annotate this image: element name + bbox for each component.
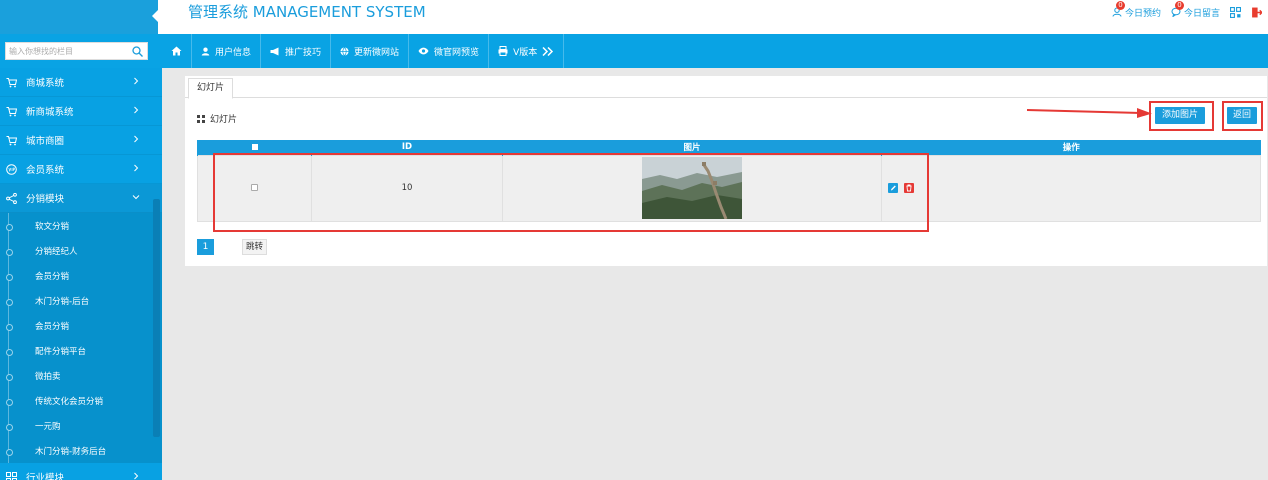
header-actions: 0 今日预约 0 今日留言: [1112, 0, 1262, 22]
double-chevron-right-icon: [542, 46, 554, 56]
nav-preview-site-label: 微官网预览: [434, 47, 480, 58]
nav-promo-tips-label: 推广技巧: [285, 47, 322, 58]
nav-promo-tips[interactable]: 推广技巧: [261, 34, 332, 68]
globe-icon: [340, 46, 349, 56]
highlight-table-row: [213, 153, 929, 232]
header-sidebar-strip: [0, 0, 158, 34]
sidebar-scrollbar[interactable]: [153, 199, 160, 437]
submenu-item[interactable]: 木门分销-财务后台: [0, 438, 162, 463]
cart-icon: [6, 106, 17, 116]
today-appointments-label: 今日预约: [1124, 8, 1161, 19]
print-icon: [498, 46, 508, 56]
annotation-arrow: [1026, 108, 1152, 118]
grid-icon: [197, 114, 205, 123]
sidebar-item-label: 行业模块: [26, 473, 65, 480]
submenu-item[interactable]: 会员分销: [0, 313, 162, 338]
nav-items: 用户信息 推广技巧 更新微网站 微官网预览 V版本: [163, 34, 565, 68]
nav-update-site-label: 更新微网站: [354, 47, 400, 58]
submenu-item[interactable]: 木门分销-后台: [0, 288, 162, 313]
section-title-text: 幻灯片: [210, 115, 238, 125]
today-messages-link[interactable]: 0 今日留言: [1171, 0, 1220, 19]
search-box: [5, 42, 148, 60]
section-title: 幻灯片: [197, 112, 237, 125]
sidebar-item-label: 新商城系统: [26, 107, 74, 118]
pagination: 1 跳转: [197, 239, 268, 255]
highlight-add-button: [1149, 101, 1214, 131]
nav-user-info[interactable]: 用户信息: [192, 34, 262, 68]
megaphone-icon: [270, 47, 279, 55]
sidebar-item-city-business[interactable]: 城市商圈: [0, 126, 162, 155]
distribution-submenu: 软文分销 分销经纪人 会员分销 木门分销-后台 会员分销 配件分销平台 微拍卖 …: [0, 213, 162, 463]
search-input[interactable]: [6, 43, 124, 59]
nav-version-label: V版本: [513, 47, 538, 58]
chevron-right-icon: [134, 106, 139, 114]
nav-home[interactable]: [163, 34, 192, 68]
search-icon[interactable]: [132, 46, 143, 57]
sidebar-item-label: 城市商圈: [26, 136, 65, 147]
page-number-current[interactable]: 1: [197, 239, 214, 255]
sidebar-item-label: 会员系统: [26, 165, 65, 176]
today-appointments-link[interactable]: 0 今日预约: [1112, 0, 1161, 19]
chevron-right-icon: [134, 77, 139, 85]
eye-icon: [418, 47, 429, 55]
messages-badge: 0: [1174, 0, 1184, 10]
chevron-right-icon: [134, 164, 139, 172]
submenu-item[interactable]: 传统文化会员分销: [0, 388, 162, 413]
tab-bar: 幻灯片: [185, 76, 1267, 99]
nav-version[interactable]: V版本: [489, 34, 565, 68]
sidebar-item-industry[interactable]: 行业模块: [0, 463, 162, 480]
top-navbar: 用户信息 推广技巧 更新微网站 微官网预览 V版本: [0, 34, 1268, 68]
submenu-item[interactable]: 分销经纪人: [0, 238, 162, 263]
submenu-item[interactable]: 一元购: [0, 413, 162, 438]
page-jump-button[interactable]: 跳转: [242, 239, 268, 255]
chevron-down-icon: [132, 195, 140, 200]
page-jump-input[interactable]: [214, 239, 242, 255]
tab-slideshow[interactable]: 幻灯片: [188, 78, 234, 99]
chevron-right-icon: [134, 135, 139, 143]
share-icon: [6, 192, 17, 204]
cart-icon: [6, 77, 17, 87]
row-ops-cell: [881, 154, 1261, 222]
submenu-item[interactable]: 配件分销平台: [0, 338, 162, 363]
user-icon: [201, 47, 210, 56]
sidebar: 商城系统 新商城系统 城市商圈 会员系统 分销模块 软文分销 分销经纪人 会员分…: [0, 68, 162, 480]
logout-icon[interactable]: [1251, 7, 1262, 18]
select-all-checkbox[interactable]: [251, 143, 258, 150]
header-notch: [152, 10, 158, 22]
qrcode-icon[interactable]: [1230, 6, 1241, 18]
app-title: 管理系统 MANAGEMENT SYSTEM: [188, 3, 426, 21]
nav-user-info-label: 用户信息: [215, 47, 252, 58]
chevron-right-icon: [134, 472, 139, 480]
column-header-ops: 操作: [881, 140, 1261, 155]
submenu-item[interactable]: 微拍卖: [0, 363, 162, 388]
sidebar-item-label: 分销模块: [26, 194, 65, 205]
submenu-item[interactable]: 软文分销: [0, 213, 162, 238]
today-messages-label: 今日留言: [1183, 8, 1220, 19]
sidebar-item-label: 商城系统: [26, 78, 65, 89]
submenu-item[interactable]: 会员分销: [0, 263, 162, 288]
highlight-back-button: [1222, 101, 1263, 131]
main-panel: 幻灯片 幻灯片 添加图片 返回 ID 图片 操作 10 1 跳转: [185, 76, 1267, 266]
appointments-badge: 0: [1115, 0, 1125, 10]
nav-preview-site[interactable]: 微官网预览: [409, 34, 490, 68]
sidebar-item-member[interactable]: 会员系统: [0, 155, 162, 184]
cart-icon: [6, 135, 17, 145]
grid-icon: [6, 471, 17, 480]
top-header: 管理系统 MANAGEMENT SYSTEM 0 今日预约 0 今日留言: [0, 0, 1268, 34]
vip-icon: [6, 163, 17, 175]
sidebar-item-new-shop[interactable]: 新商城系统: [0, 97, 162, 126]
sidebar-item-shop[interactable]: 商城系统: [0, 68, 162, 97]
nav-update-site[interactable]: 更新微网站: [331, 34, 410, 68]
sidebar-item-distribution[interactable]: 分销模块: [0, 184, 162, 213]
home-icon: [171, 46, 182, 56]
